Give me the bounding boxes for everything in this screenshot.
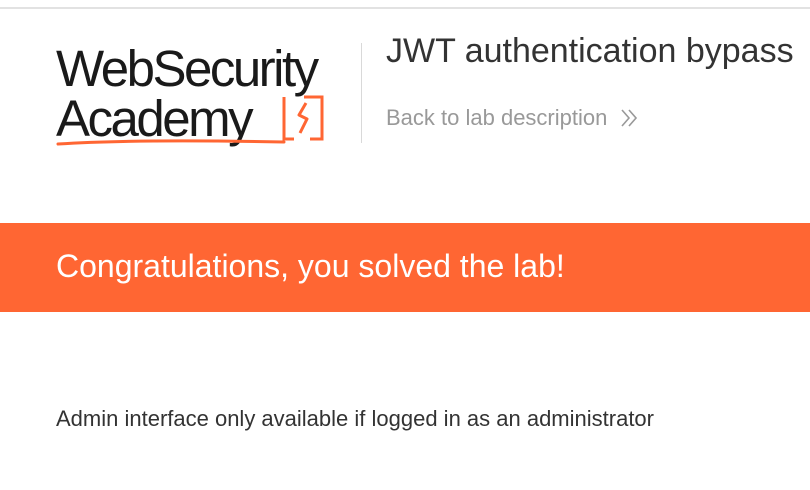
- back-to-lab-description-link[interactable]: Back to lab description: [386, 105, 639, 131]
- banner-message: Congratulations, you solved the lab!: [56, 248, 565, 284]
- back-link-label: Back to lab description: [386, 105, 608, 130]
- web-security-academy-logo[interactable]: WebSecurity Academy: [56, 43, 356, 153]
- header-divider: [361, 43, 362, 143]
- lab-solved-banner: Congratulations, you solved the lab!: [0, 223, 810, 312]
- page-header: WebSecurity Academy JWT authentication b…: [0, 9, 810, 223]
- double-chevron-right-icon: [621, 109, 638, 127]
- admin-message: Admin interface only available if logged…: [56, 406, 654, 431]
- logo-underline: [56, 139, 286, 146]
- logo-text-line1: WebSecurity: [56, 40, 319, 97]
- lab-title: JWT authentication bypass: [386, 32, 794, 70]
- logo-lightning-icon: [282, 95, 324, 141]
